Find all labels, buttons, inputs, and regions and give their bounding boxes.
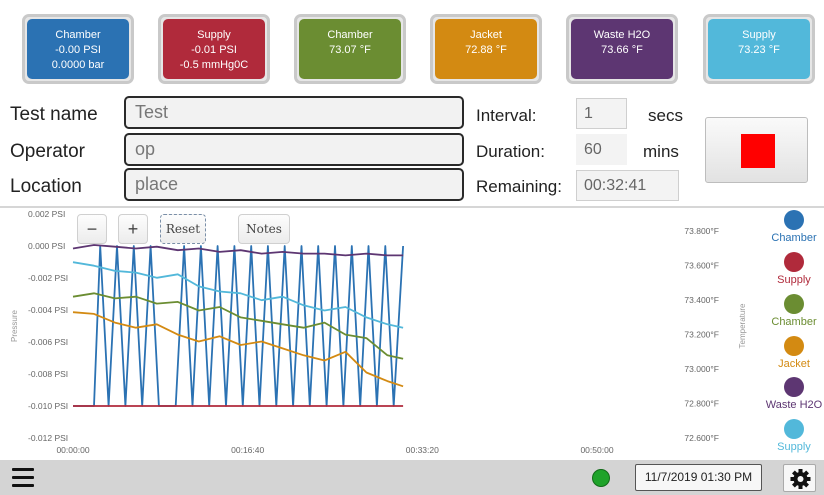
tile-jacket-temperature[interactable]: Jacket 72.88 °F [430, 14, 542, 84]
legend-swatch [784, 294, 804, 314]
y-tick-label-right: 73.400°F [684, 295, 719, 305]
chart-panel: 0.002 PSI 0.000 PSI -0.002 PSI -0.004 PSI -0… [0, 208, 824, 460]
legend-label: Chamber [771, 232, 817, 244]
tile-chamber-pressure[interactable]: Chamber -0.00 PSI 0.0000 bar [22, 14, 134, 84]
x-tick-label: 00:33:20 [406, 445, 439, 455]
tile-waste-h2o-temperature[interactable]: Waste H2O 73.66 °F [566, 14, 678, 84]
app-window: Chamber -0.00 PSI 0.0000 bar Supply -0.0… [0, 0, 824, 495]
hamburger-menu-icon[interactable] [12, 468, 34, 488]
tile-supply-temperature-face: Supply 73.23 °F [708, 19, 810, 79]
gear-icon [790, 469, 811, 489]
y-tick-label-right: 73.200°F [684, 330, 719, 340]
zoom-in-button[interactable]: + [118, 214, 148, 244]
tile-label: Supply [742, 29, 776, 41]
tile-value: -0.01 PSI [191, 44, 237, 56]
series-line-chamber-pressure [73, 245, 404, 407]
tile-supply-temperature[interactable]: Supply 73.23 °F [703, 14, 815, 84]
y-axis-title-right: Temperature [738, 303, 747, 348]
connection-status-indicator [592, 469, 610, 487]
tile-value: 73.07 °F [329, 44, 371, 56]
y-tick-label-left: 0.002 PSI [28, 209, 65, 219]
tile-supply-pressure[interactable]: Supply -0.01 PSI -0.5 mmHg0C [158, 14, 270, 84]
legend-swatch [784, 377, 804, 397]
y-axis-title-left: Pressure [10, 309, 19, 342]
legend-item-supply-pressure[interactable]: Supply [764, 252, 824, 286]
tile-label: Jacket [470, 29, 502, 41]
y-tick-label-left: -0.012 PSI [28, 433, 68, 443]
legend-swatch [784, 252, 804, 272]
y-tick-label-right: 73.600°F [684, 261, 719, 271]
tile-chamber-temperature[interactable]: Chamber 73.07 °F [294, 14, 406, 84]
y-tick-label-left: -0.010 PSI [28, 401, 68, 411]
test-name-label: Test name [10, 104, 98, 125]
operator-label: Operator [10, 141, 85, 162]
y-tick-label-left: -0.006 PSI [28, 337, 68, 347]
interval-label: Interval: [476, 106, 537, 125]
remaining-label: Remaining: [476, 177, 562, 196]
bottom-bar: 11/7/2019 01:30 PM [0, 460, 824, 495]
datetime-display[interactable]: 11/7/2019 01:30 PM [635, 464, 762, 491]
tile-supply-pressure-face: Supply -0.01 PSI -0.5 mmHg0C [163, 19, 265, 79]
notes-button[interactable]: Notes [238, 214, 290, 244]
tile-chamber-temperature-face: Chamber 73.07 °F [299, 19, 401, 79]
tile-waste-h2o-temperature-face: Waste H2O 73.66 °F [571, 19, 673, 79]
tile-value: 73.23 °F [738, 44, 780, 56]
stop-button[interactable] [705, 117, 808, 183]
tile-jacket-temperature-face: Jacket 72.88 °F [435, 19, 537, 79]
y-tick-label-right: 73.000°F [684, 364, 719, 374]
y-tick-label-right: 72.600°F [684, 433, 719, 443]
tile-label: Supply [197, 29, 231, 41]
reset-button[interactable]: Reset [160, 214, 206, 244]
y-tick-label-left: -0.002 PSI [28, 273, 68, 283]
legend-item-supply-temperature[interactable]: Supply [764, 419, 824, 453]
x-tick-label: 00:50:00 [580, 445, 613, 455]
tile-label: Waste H2O [593, 29, 651, 41]
legend-swatch [784, 419, 804, 439]
duration-field[interactable]: 60 [576, 134, 627, 165]
interval-unit: secs [648, 106, 683, 125]
y-tick-label-right: 72.800°F [684, 399, 719, 409]
legend-item-jacket-temperature[interactable]: Jacket [764, 336, 824, 370]
operator-field[interactable]: op [124, 133, 464, 166]
tile-label: Chamber [327, 29, 373, 41]
duration-label: Duration: [476, 142, 545, 161]
legend-label: Supply [777, 274, 811, 286]
tile-value: 72.88 °F [465, 44, 507, 56]
tile-value-secondary: -0.5 mmHg0C [179, 59, 249, 71]
x-tick-label: 00:16:40 [231, 445, 264, 455]
y-tick-label-right: 73.800°F [684, 226, 719, 236]
interval-field[interactable]: 1 [576, 98, 627, 129]
legend-label: Supply [777, 441, 811, 453]
tile-label: Chamber [55, 29, 101, 41]
legend-label: Chamber [771, 316, 817, 328]
remaining-field: 00:32:41 [576, 170, 679, 201]
sensor-tiles: Chamber -0.00 PSI 0.0000 bar Supply -0.0… [0, 0, 824, 92]
legend-label: Jacket [778, 358, 810, 370]
settings-button[interactable] [783, 464, 816, 492]
location-field[interactable]: place [124, 168, 464, 201]
location-label: Location [10, 176, 82, 197]
zoom-out-button[interactable]: − [77, 214, 107, 244]
legend-label: Waste H2O [765, 399, 823, 411]
chart-canvas[interactable]: 0.002 PSI 0.000 PSI -0.002 PSI -0.004 PSI -0… [0, 208, 824, 460]
legend-item-chamber-temperature[interactable]: Chamber [764, 294, 824, 328]
y-tick-label-left: -0.008 PSI [28, 369, 68, 379]
legend-item-waste-h2o-temperature[interactable]: Waste H2O [764, 377, 824, 411]
legend-swatch [784, 210, 804, 230]
tile-value: 73.66 °F [601, 44, 643, 56]
y-tick-label-left: -0.004 PSI [28, 305, 68, 315]
y-tick-label-left: 0.000 PSI [28, 241, 65, 251]
legend-swatch [784, 336, 804, 356]
duration-unit: mins [643, 142, 679, 161]
legend-item-chamber-pressure[interactable]: Chamber [764, 210, 824, 244]
stop-icon [741, 134, 775, 168]
x-tick-label: 00:00:00 [56, 445, 89, 455]
tile-value: -0.00 PSI [55, 44, 101, 56]
tile-chamber-pressure-face: Chamber -0.00 PSI 0.0000 bar [27, 19, 129, 79]
series-line-waste-h2o-temperature [72, 244, 404, 257]
test-name-field[interactable]: Test [124, 96, 464, 129]
tile-value-secondary: 0.0000 bar [51, 59, 105, 71]
